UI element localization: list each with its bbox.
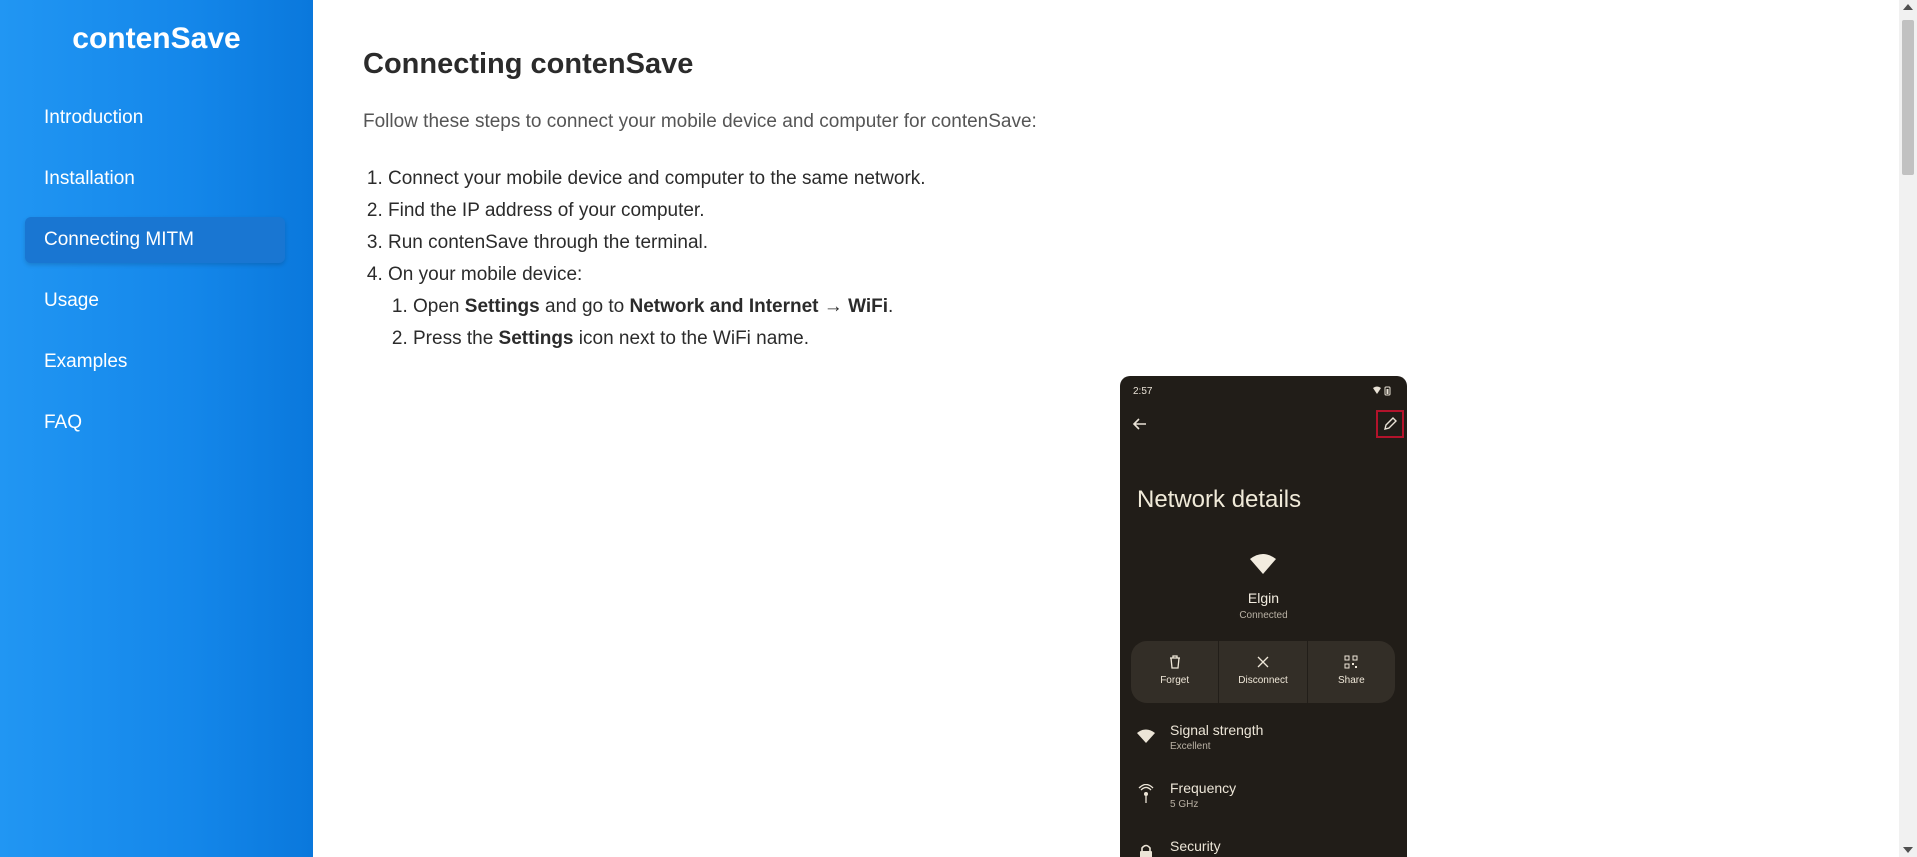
share-label: Share (1337, 675, 1365, 686)
substep-text: . (888, 296, 894, 317)
row-value: Excellent (1170, 741, 1211, 752)
sidebar-item-connecting-mitm[interactable]: Connecting MITM (25, 217, 285, 263)
row-title: Signal strength (1170, 722, 1264, 738)
page-title: Connecting contenSave (363, 48, 694, 80)
substep-bold: Settings (498, 328, 574, 349)
signal-strength-row: Signal strength Excellent (1120, 722, 1407, 772)
phone-status-bar: 2:57 (1133, 386, 1394, 400)
scroll-down-icon[interactable] (1903, 847, 1913, 853)
sidebar-item-examples[interactable]: Examples (25, 339, 285, 385)
scrollbar-thumb[interactable] (1902, 20, 1914, 175)
wifi-icon (1137, 729, 1155, 743)
substep-bold: Settings (464, 296, 540, 317)
security-row: Security (1120, 838, 1407, 857)
step-item: On your mobile device: Open Settings and… (388, 259, 1899, 355)
substeps-list: Open Settings and go to Network and Inte… (388, 291, 1899, 355)
forget-button[interactable]: Forget (1131, 641, 1220, 703)
app-window: contenSave Introduction Installation Con… (0, 0, 1917, 857)
status-icons (1372, 386, 1394, 399)
back-arrow-icon[interactable] (1132, 416, 1148, 432)
disconnect-button[interactable]: Disconnect (1219, 641, 1308, 703)
page-scrollbar[interactable] (1899, 0, 1917, 857)
connection-status: Connected (1239, 610, 1288, 621)
substep-item: Open Settings and go to Network and Inte… (413, 291, 1899, 323)
antenna-icon (1138, 784, 1154, 803)
wifi-battery-icon (1373, 386, 1391, 396)
close-icon (1257, 656, 1269, 668)
substep-text: and go to (539, 296, 630, 317)
substep-bold: WiFi (848, 296, 888, 317)
step-item: Find the IP address of your computer. (388, 195, 1899, 227)
scroll-up-icon[interactable] (1903, 4, 1913, 10)
step-text: On your mobile device: (388, 264, 583, 285)
row-title: Security (1170, 838, 1221, 854)
sidebar-nav: Introduction Installation Connecting MIT… (0, 95, 313, 446)
main-content: Connecting contenSave Follow these steps… (313, 0, 1899, 857)
wifi-ssid: Elgin (1247, 590, 1280, 606)
phone-screenshot: 2:57 Network details Elgin Connected For… (1120, 376, 1407, 857)
row-title: Frequency (1170, 780, 1237, 796)
phone-time: 2:57 (1133, 386, 1153, 397)
substep-text: Press the (413, 328, 499, 349)
step-item: Connect your mobile device and computer … (388, 163, 1899, 195)
sidebar-item-faq[interactable]: FAQ (25, 400, 285, 446)
substep-text: Open (413, 296, 465, 317)
pencil-icon (1384, 417, 1397, 430)
disconnect-label: Disconnect (1238, 675, 1288, 686)
edit-settings-button[interactable] (1376, 410, 1404, 438)
sidebar-item-usage[interactable]: Usage (25, 278, 285, 324)
trash-icon (1169, 655, 1180, 669)
substep-text: icon next to the WiFi name. (573, 328, 809, 349)
substep-text: → (818, 296, 849, 317)
steps-list: Connect your mobile device and computer … (363, 163, 1899, 355)
lock-icon (1140, 844, 1152, 857)
network-details-title: Network details (1137, 486, 1302, 513)
sidebar-item-installation[interactable]: Installation (25, 156, 285, 202)
wifi-icon (1250, 554, 1276, 574)
sidebar: contenSave Introduction Installation Con… (0, 0, 313, 857)
substep-item: Press the Settings icon next to the WiFi… (413, 323, 1899, 355)
sidebar-item-introduction[interactable]: Introduction (25, 95, 285, 141)
forget-label: Forget (1160, 675, 1190, 686)
substep-bold: Network and Internet (629, 296, 819, 317)
qr-code-icon (1344, 655, 1358, 669)
share-button[interactable]: Share (1308, 641, 1395, 703)
step-item: Run contenSave through the terminal. (388, 227, 1899, 259)
frequency-row: Frequency 5 GHz (1120, 780, 1407, 830)
brand-logo[interactable]: contenSave (0, 0, 313, 62)
intro-text: Follow these steps to connect your mobil… (363, 111, 1037, 132)
row-value: 5 GHz (1170, 799, 1199, 810)
network-actions: Forget Disconnect Share (1131, 641, 1395, 703)
